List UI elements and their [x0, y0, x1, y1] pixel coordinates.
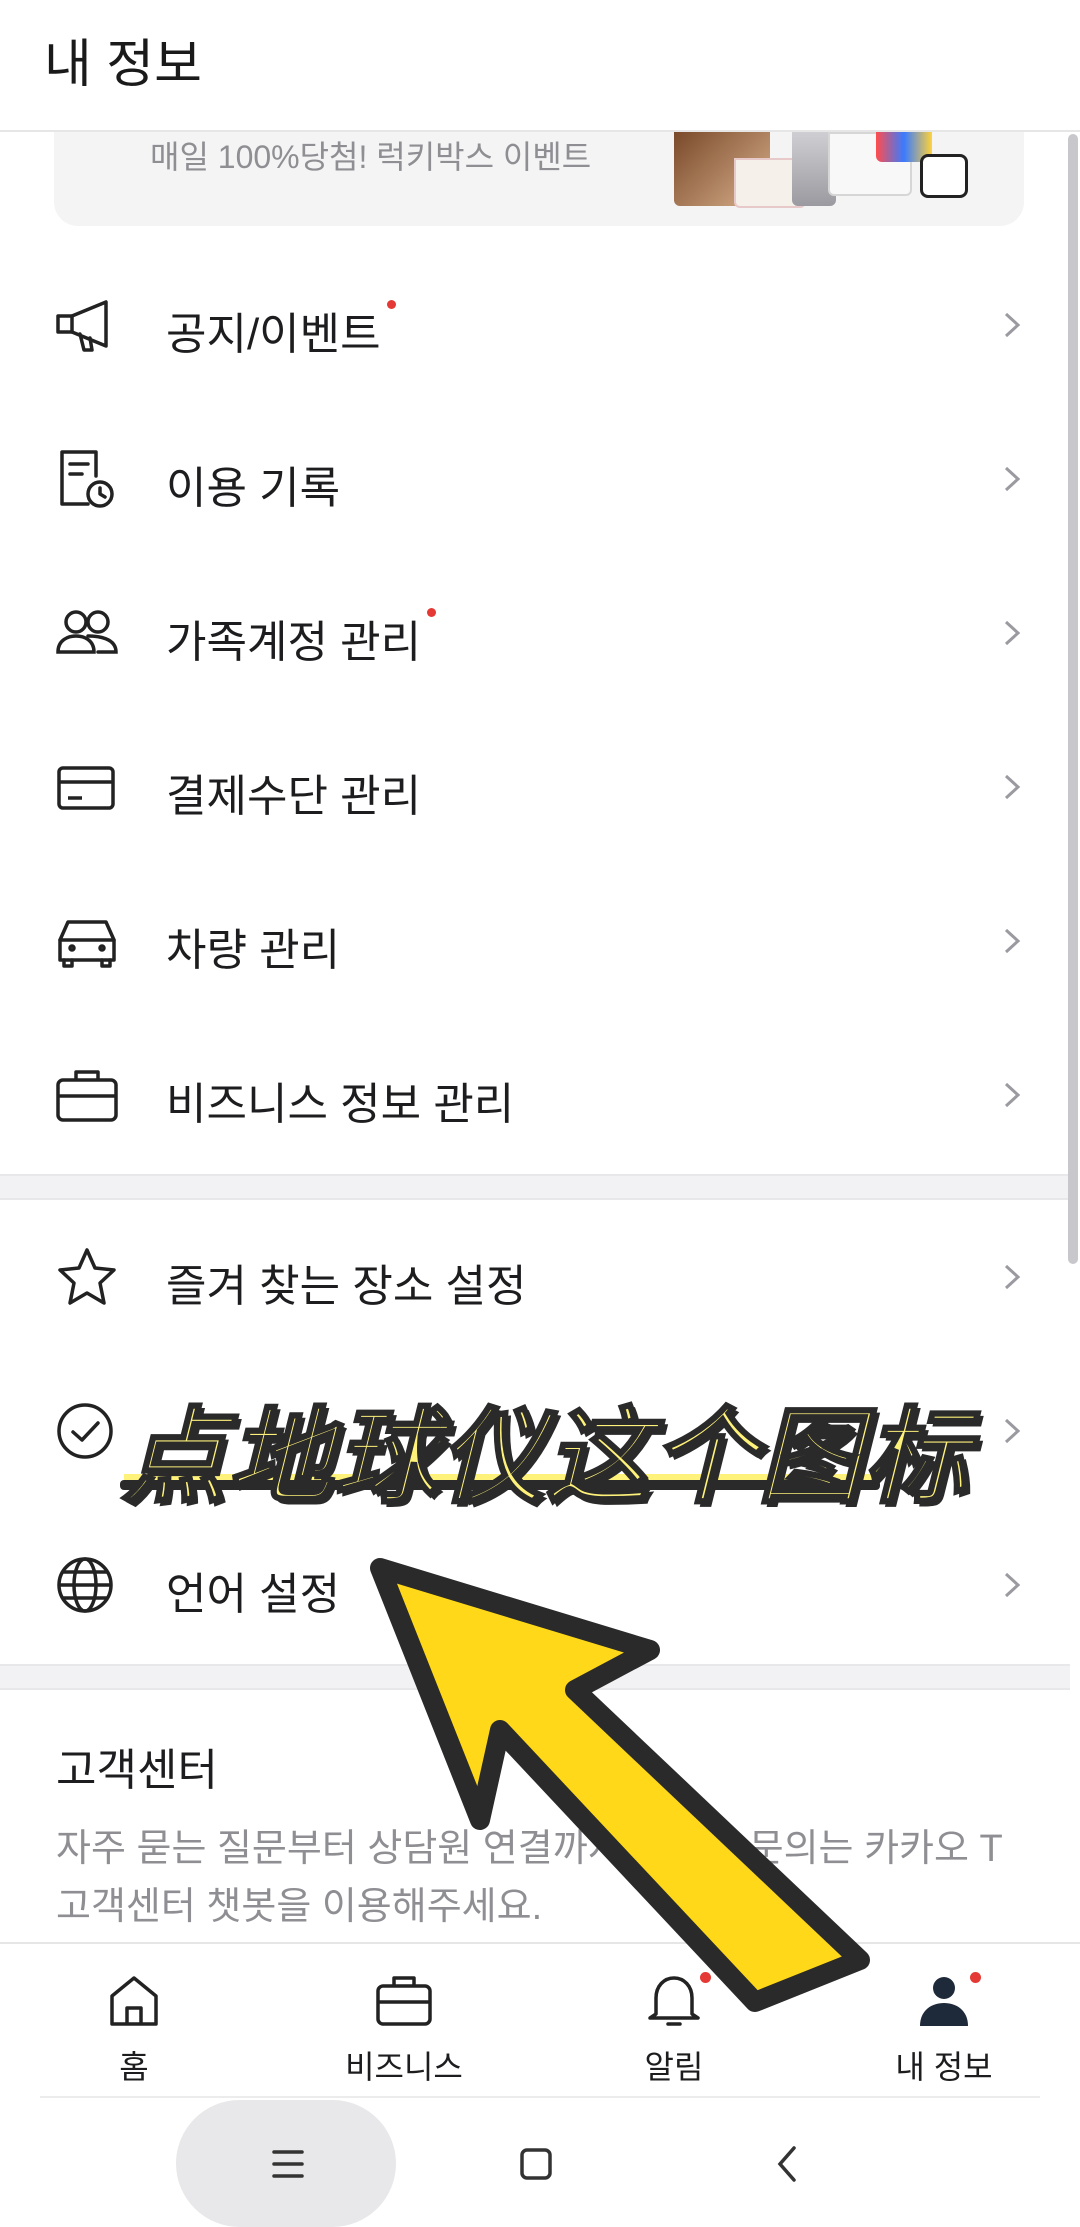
- tab-label: 내 정보: [895, 2049, 993, 2085]
- new-badge-dot: [386, 300, 396, 309]
- menu-label: 차량 관리: [166, 926, 341, 975]
- tab-bar-separator: [40, 2096, 1040, 2098]
- menu-item-history[interactable]: 이용 기록: [0, 402, 1070, 556]
- back-button-icon[interactable]: [760, 2136, 816, 2192]
- chevron-right-icon: [1004, 928, 1021, 954]
- overlay-caption: 点地球仪这个图标: [120, 1399, 971, 1518]
- menu-item-payment[interactable]: 결제수단 관리: [0, 710, 1070, 864]
- notification-badge-dot: [970, 1972, 981, 1983]
- menu-item-notice[interactable]: 공지/이벤트: [0, 248, 1070, 402]
- app-header: 내 정보: [0, 0, 1080, 132]
- chevron-right-icon: [1004, 312, 1021, 338]
- person-icon: [920, 1977, 968, 2026]
- tab-home[interactable]: 홈: [34, 1944, 234, 2102]
- lucky-box-banner[interactable]: 매일 100%당첨! 럭키박스 이벤트: [54, 132, 1024, 226]
- page-title: 내 정보: [44, 36, 202, 94]
- banner-product-image: [920, 154, 968, 198]
- pointer-arrow-icon: [370, 1558, 870, 2012]
- tab-label: 알림: [644, 2049, 704, 2085]
- system-navigation-bar: [0, 2100, 1080, 2227]
- menu-label: 비즈니스 정보 관리: [166, 1080, 515, 1129]
- recent-apps-icon[interactable]: [260, 2136, 316, 2192]
- menu-item-vehicle[interactable]: 차량 관리: [0, 864, 1070, 1018]
- briefcase-icon: [56, 1070, 118, 1122]
- tab-label: 홈: [119, 2049, 149, 2085]
- support-title: 고객센터: [56, 1746, 218, 1795]
- menu-label: 언어 설정: [166, 1570, 341, 1619]
- menu-label: 공지/이벤트: [166, 298, 396, 362]
- globe-icon: [57, 1557, 113, 1613]
- section-divider: [0, 1174, 1070, 1200]
- banner-text: 매일 100%당첨! 럭키박스 이벤트: [150, 139, 592, 175]
- tab-label: 비즈니스: [345, 2049, 463, 2085]
- car-icon: [58, 920, 116, 968]
- menu-item-favorite-places[interactable]: 즐겨 찾는 장소 설정: [0, 1200, 1070, 1354]
- chevron-right-icon: [1004, 466, 1021, 492]
- menu-label: 결제수단 관리: [166, 772, 422, 821]
- card-icon: [57, 766, 115, 810]
- chevron-right-icon: [1004, 1264, 1021, 1290]
- home-button-icon[interactable]: [508, 2136, 564, 2192]
- family-icon: [56, 610, 118, 654]
- new-badge-dot: [427, 608, 437, 617]
- home-icon: [110, 1976, 158, 2026]
- check-circle-icon: [57, 1403, 113, 1459]
- scrollbar[interactable]: [1068, 134, 1078, 1264]
- menu-item-business-info[interactable]: 비즈니스 정보 관리: [0, 1018, 1070, 1172]
- menu-item-family[interactable]: 가족계정 관리: [0, 556, 1070, 710]
- menu-label: 가족계정 관리: [166, 606, 437, 670]
- chevron-right-icon: [1004, 774, 1021, 800]
- chevron-right-icon: [1004, 1572, 1021, 1598]
- history-icon: [60, 450, 114, 508]
- chevron-right-icon: [1004, 1082, 1021, 1108]
- chevron-right-icon: [1004, 1418, 1021, 1444]
- menu-label: 즐겨 찾는 장소 설정: [166, 1262, 527, 1311]
- menu-label: 이용 기록: [166, 464, 341, 513]
- chevron-right-icon: [1004, 620, 1021, 646]
- star-icon: [58, 1248, 116, 1305]
- megaphone-icon: [56, 300, 108, 352]
